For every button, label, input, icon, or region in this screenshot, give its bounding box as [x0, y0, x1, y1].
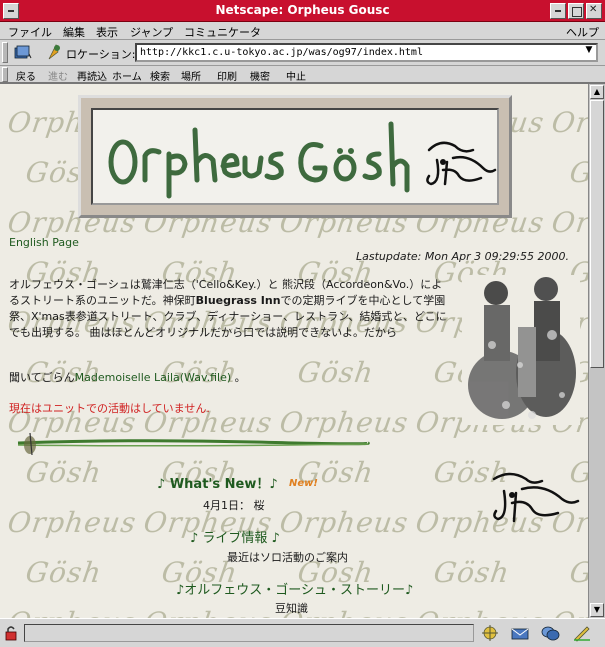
trivia-text: 豆知識	[275, 602, 308, 615]
search-button[interactable]: 検索	[150, 68, 170, 83]
location-url-input[interactable]: http://kkc1.c.u-tokyo.ac.jp/was/og97/ind…	[135, 43, 598, 62]
minimize-button[interactable]	[550, 3, 566, 19]
navigation-toolbar: 戻る 進む 再読込 ホーム 検索 場所 印刷 機密 中止	[0, 66, 605, 84]
character-drawing	[492, 472, 580, 523]
stop-button[interactable]: 中止	[286, 68, 306, 83]
watermark-text: Orpheus	[277, 506, 411, 539]
new-badge: New!	[289, 478, 318, 489]
status-message-field	[24, 624, 474, 642]
story-link[interactable]: ♪オルフェウス・ゴーシュ・ストーリー♪	[176, 583, 413, 599]
scroll-thumb[interactable]	[590, 100, 604, 368]
menu-view[interactable]: 表示	[96, 24, 118, 40]
forward-button[interactable]: 進む	[48, 68, 68, 83]
watermark-text: Gösh	[567, 156, 588, 189]
scroll-down-arrow-icon[interactable]: ▼	[590, 603, 604, 617]
composer-icon[interactable]	[572, 624, 592, 642]
whats-new-heading[interactable]: ♪ What's New！♪	[157, 477, 278, 493]
watermark-text: Gösh	[23, 456, 104, 489]
listen-line: 聞いてごらんMademoiselle Laila(Wav.file) 。	[9, 370, 246, 386]
navigator-icon[interactable]	[480, 624, 500, 642]
watermark-text: Orpheus	[549, 106, 588, 139]
watermark-text: Gösh	[295, 356, 376, 389]
venue-name: Bluegrass Inn	[195, 294, 281, 307]
places-button[interactable]: 場所	[181, 68, 201, 83]
reload-button[interactable]: 再読込	[77, 68, 107, 83]
intro-paragraph: オルフェウス・ゴーシュは鷲津仁志（'Cello&Key.）と 熊沢段（Accor…	[9, 277, 449, 341]
listen-suffix: 。	[231, 371, 246, 384]
band-photo	[462, 275, 580, 425]
bookmarks-icon[interactable]	[14, 44, 32, 60]
menu-bar: ファイル 編集 表示 ジャンプ コミュニケータ ヘルプ	[0, 22, 605, 40]
watermark-text: Orpheus	[414, 606, 547, 618]
watermark-text: Orpheus	[6, 606, 139, 618]
watermark-text: Gösh	[567, 556, 588, 589]
scroll-up-arrow-icon[interactable]: ▲	[590, 85, 604, 99]
close-button[interactable]	[586, 3, 602, 19]
english-page-link[interactable]: English Page	[9, 235, 79, 251]
watermark-text: Orpheus	[142, 606, 275, 618]
live-info-link[interactable]: ♪ ライブ情報 ♪	[190, 531, 280, 547]
watermark-text: Gösh	[431, 556, 512, 589]
page-proxy-icon[interactable]	[48, 44, 62, 60]
last-update-text: Lastupdate: Mon Apr 3 09:29:55 2000.	[356, 250, 569, 263]
status-bar	[0, 618, 605, 647]
menu-file[interactable]: ファイル	[8, 24, 52, 40]
location-toolbar: ロケーション: http://kkc1.c.u-tokyo.ac.jp/was/…	[0, 40, 605, 66]
news-date-entry: 4月1日： 桜	[203, 499, 265, 512]
home-button[interactable]: ホーム	[112, 68, 142, 83]
window-title: Netscape: Orpheus Gousⅽ	[215, 3, 390, 17]
violin-divider	[17, 432, 370, 456]
page-content[interactable]: OrpheusOrpheusOrpheusOrpheusOrpheusGöshG…	[0, 84, 588, 618]
title-bar[interactable]: Netscape: Orpheus Gousⅽ	[0, 0, 605, 22]
orpheus-gosh-logo	[108, 121, 497, 199]
watermark-text: Orpheus	[550, 606, 588, 618]
location-label: ロケーション:	[66, 48, 136, 61]
menu-edit[interactable]: 編集	[63, 24, 85, 40]
maximize-button[interactable]	[568, 3, 584, 19]
live-info-subtitle: 最近はソロ活動のご案内	[227, 551, 348, 564]
back-button[interactable]: 戻る	[16, 68, 36, 83]
watermark-text: Orpheus	[5, 506, 139, 539]
menu-communicator[interactable]: コミュニケータ	[184, 24, 261, 40]
toolbar-grip[interactable]	[2, 42, 8, 63]
url-history-dropdown[interactable]: ▼	[582, 45, 596, 59]
security-lock-icon[interactable]	[4, 625, 18, 641]
listen-prefix: 聞いてごらん	[9, 371, 75, 384]
menu-go[interactable]: ジャンプ	[130, 24, 173, 40]
inactive-notice: 現在はユニットでの活動はしていません.	[9, 402, 210, 415]
print-button[interactable]: 印刷	[217, 68, 237, 83]
vertical-scrollbar[interactable]: ▲ ▼	[588, 84, 605, 618]
mademoiselle-laila-link[interactable]: Mademoiselle Laila(Wav.file)	[75, 371, 231, 384]
banner-frame	[78, 95, 512, 218]
banner-logo-panel	[91, 108, 499, 205]
mail-icon[interactable]	[510, 624, 530, 642]
toolbar-grip[interactable]	[2, 67, 8, 82]
watermark-text: Gösh	[23, 556, 104, 589]
discussion-icon[interactable]	[540, 624, 560, 642]
watermark-text: Orpheus	[549, 206, 588, 239]
menu-help[interactable]: ヘルプ	[566, 24, 599, 40]
security-button[interactable]: 機密	[250, 68, 270, 83]
